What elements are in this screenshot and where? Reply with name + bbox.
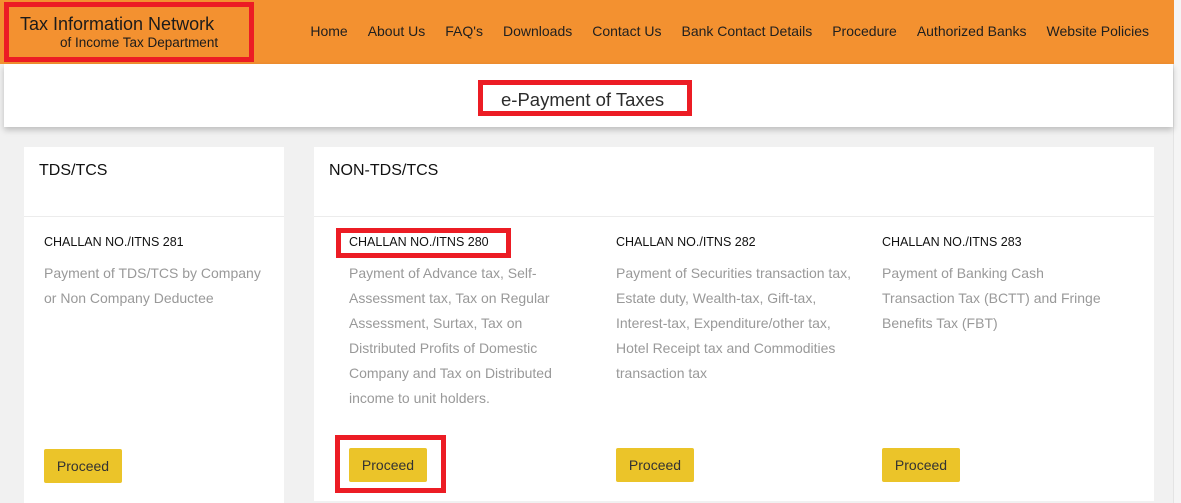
nav-contact-us[interactable]: Contact Us [592, 23, 661, 39]
tds-tcs-card: TDS/TCS CHALLAN NO./ITNS 281 Payment of … [24, 147, 284, 503]
tds-tcs-heading: TDS/TCS [24, 147, 284, 217]
non-tds-tcs-heading: NON-TDS/TCS [314, 147, 1154, 217]
nav-downloads[interactable]: Downloads [503, 23, 572, 39]
nav-website-policies[interactable]: Website Policies [1047, 23, 1149, 39]
challan-282-description: Payment of Securities transaction tax, E… [616, 265, 851, 381]
nav-about-us[interactable]: About Us [368, 23, 426, 39]
nav-authorized-banks[interactable]: Authorized Banks [917, 23, 1027, 39]
highlight-challan-280-code [336, 228, 511, 258]
brand-subtitle: of Income Tax Department [60, 35, 219, 50]
page-title: e-Payment of Taxes [478, 80, 692, 116]
challan-281-proceed-button[interactable]: Proceed [44, 449, 122, 483]
challan-283-description: Payment of Banking Cash Transaction Tax … [882, 265, 1101, 331]
main-nav: Home About Us FAQ's Downloads Contact Us… [290, 0, 1149, 64]
challan-281-code: CHALLAN NO./ITNS 281 [44, 235, 184, 249]
nav-bank-contact-details[interactable]: Bank Contact Details [681, 23, 812, 39]
challan-282-proceed-button[interactable]: Proceed [616, 448, 694, 482]
highlight-challan-280-proceed [335, 435, 446, 493]
brand-title: Tax Information Network [20, 14, 215, 34]
top-navbar: Tax Information Network of Income Tax De… [0, 0, 1174, 64]
challan-283-code: CHALLAN NO./ITNS 283 [882, 235, 1022, 249]
brand-logo[interactable]: Tax Information Network of Income Tax De… [4, 2, 254, 62]
page-banner: e-Payment of Taxes [4, 64, 1173, 127]
nav-home[interactable]: Home [310, 23, 347, 39]
nav-faqs[interactable]: FAQ's [445, 23, 483, 39]
page: Tax Information Network of Income Tax De… [0, 0, 1174, 503]
nav-procedure[interactable]: Procedure [832, 23, 897, 39]
challan-281-description: Payment of TDS/TCS by Company or Non Com… [44, 265, 261, 306]
challan-283-proceed-button[interactable]: Proceed [882, 448, 960, 482]
challan-280-description: Payment of Advance tax, Self-Assessment … [349, 265, 552, 406]
challan-282-code: CHALLAN NO./ITNS 282 [616, 235, 756, 249]
